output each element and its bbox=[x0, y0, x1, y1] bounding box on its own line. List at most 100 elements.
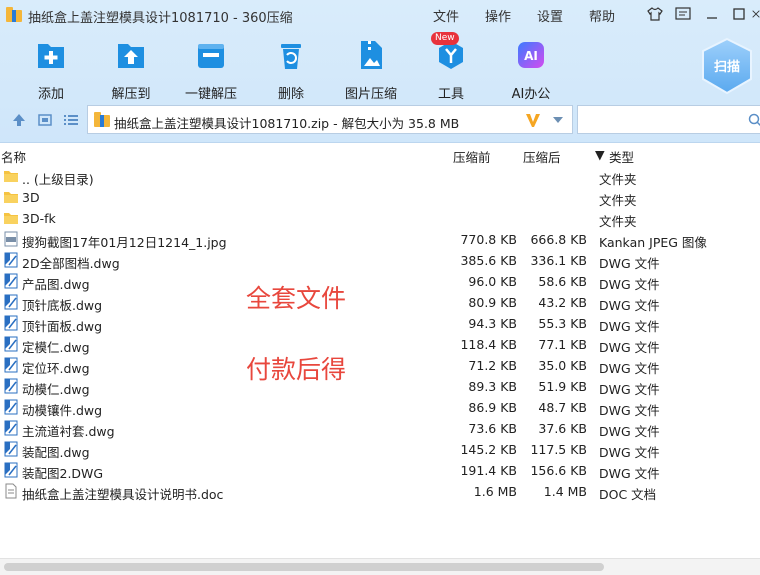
maximize-button[interactable] bbox=[728, 4, 750, 24]
file-size-before: 89.3 KB bbox=[468, 379, 517, 394]
doc-file-icon bbox=[3, 483, 19, 499]
file-row[interactable]: .. (上级目录) 文件夹 bbox=[0, 166, 760, 187]
file-type: DWG 文件 bbox=[599, 298, 660, 313]
file-size-after: 336.1 KB bbox=[530, 253, 587, 268]
file-type: DWG 文件 bbox=[599, 361, 660, 376]
file-size-before: 96.0 KB bbox=[468, 274, 517, 289]
menu-help[interactable]: 帮助 bbox=[589, 6, 615, 25]
dwg-file-icon bbox=[3, 294, 19, 310]
file-row[interactable]: 3D-fk 文件夹 bbox=[0, 208, 760, 229]
feedback-button[interactable] bbox=[672, 4, 694, 24]
file-type: DWG 文件 bbox=[599, 319, 660, 334]
file-row[interactable]: 抽纸盒上盖注塑模具设计说明书.doc 1.6 MB 1.4 MB DOC 文档 bbox=[0, 481, 760, 502]
close-button[interactable] bbox=[752, 4, 760, 24]
file-row[interactable]: 定位环.dwg 71.2 KB 35.0 KB DWG 文件 bbox=[0, 355, 760, 376]
column-type[interactable]: 类型 bbox=[609, 147, 634, 166]
file-size-before: 385.6 KB bbox=[460, 253, 517, 268]
horizontal-scrollbar[interactable] bbox=[0, 558, 760, 575]
maximize-icon bbox=[733, 8, 745, 20]
toolbar-label: AI办公 bbox=[511, 87, 551, 102]
file-size-before: 86.9 KB bbox=[468, 400, 517, 415]
file-size-after: 51.9 KB bbox=[538, 379, 587, 394]
overlay-text-after-payment: 付款后得 bbox=[246, 355, 347, 384]
file-type: 文件夹 bbox=[599, 214, 637, 229]
file-row[interactable]: 顶针面板.dwg 94.3 KB 55.3 KB DWG 文件 bbox=[0, 313, 760, 334]
file-row[interactable]: 主流道衬套.dwg 73.6 KB 37.6 KB DWG 文件 bbox=[0, 418, 760, 439]
file-size-after: 37.6 KB bbox=[538, 421, 587, 436]
search-icon[interactable] bbox=[748, 113, 760, 127]
thumbnail-view-icon[interactable] bbox=[37, 112, 53, 128]
search-box[interactable] bbox=[577, 105, 760, 134]
file-type: DWG 文件 bbox=[599, 277, 660, 292]
file-row[interactable]: 动模仁.dwg 89.3 KB 51.9 KB DWG 文件 bbox=[0, 376, 760, 397]
folder-icon bbox=[3, 168, 19, 184]
file-type: DWG 文件 bbox=[599, 403, 660, 418]
file-size-before: 191.4 KB bbox=[460, 463, 517, 478]
file-size-before: 1.6 MB bbox=[473, 484, 517, 499]
file-type: DWG 文件 bbox=[599, 382, 660, 397]
column-name[interactable]: 名称 bbox=[1, 147, 26, 166]
folder-icon bbox=[3, 210, 19, 226]
scrollbar-thumb[interactable] bbox=[4, 563, 604, 571]
file-size-after: 666.8 KB bbox=[530, 232, 587, 247]
file-row[interactable]: 3D 文件夹 bbox=[0, 187, 760, 208]
file-size-before: 118.4 KB bbox=[460, 337, 517, 352]
menu-file[interactable]: 文件 bbox=[433, 6, 459, 25]
minimize-button[interactable] bbox=[701, 4, 723, 24]
file-name: 定位环.dwg bbox=[22, 361, 90, 376]
add-button[interactable]: 添加 bbox=[11, 38, 91, 102]
file-row[interactable]: 搜狗截图17年01月12日1214_1.jpg 770.8 KB 666.8 KB K… bbox=[0, 229, 760, 250]
toolbar-label: 删除 bbox=[277, 87, 304, 102]
archive-icon bbox=[94, 112, 110, 127]
ai-office-button[interactable]: AI AI办公 bbox=[491, 38, 571, 102]
minimize-icon bbox=[707, 17, 717, 19]
search-input[interactable] bbox=[580, 109, 740, 130]
file-row[interactable]: 动模镶件.dwg 86.9 KB 48.7 KB DWG 文件 bbox=[0, 397, 760, 418]
menu-settings[interactable]: 设置 bbox=[537, 6, 563, 25]
one-click-extract-button[interactable]: 一键解压 bbox=[171, 38, 251, 102]
file-name: 定模仁.dwg bbox=[22, 340, 90, 355]
scan-button[interactable]: 扫描 bbox=[700, 37, 754, 95]
toolbar-label: 解压到 bbox=[111, 87, 151, 102]
file-row[interactable]: 定模仁.dwg 118.4 KB 77.1 KB DWG 文件 bbox=[0, 334, 760, 355]
address-bar[interactable]: 抽纸盒上盖注塑模具设计1081710.zip - 解包大小为 35.8 MB bbox=[87, 105, 573, 134]
one-click-extract-icon bbox=[198, 44, 224, 68]
menu-operate[interactable]: 操作 bbox=[485, 6, 511, 25]
v-logo-icon[interactable] bbox=[525, 112, 541, 128]
file-size-before: 73.6 KB bbox=[468, 421, 517, 436]
dwg-file-icon bbox=[3, 273, 19, 289]
file-size-before: 71.2 KB bbox=[468, 358, 517, 373]
column-before[interactable]: 压缩前 bbox=[453, 147, 491, 166]
tools-button[interactable]: New 工具 bbox=[411, 32, 491, 102]
file-row[interactable]: 装配图.dwg 145.2 KB 117.5 KB DWG 文件 bbox=[0, 439, 760, 460]
svg-text:AI: AI bbox=[524, 49, 538, 63]
list-view-icon[interactable] bbox=[63, 112, 79, 128]
column-after[interactable]: 压缩后 bbox=[523, 147, 561, 166]
scan-label: 扫描 bbox=[713, 60, 740, 75]
file-row[interactable]: 顶针底板.dwg 80.9 KB 43.2 KB DWG 文件 bbox=[0, 292, 760, 313]
jpg-file-icon bbox=[3, 231, 19, 247]
title-bar: 抽纸盒上盖注塑模具设计1081710 - 360压缩 文件 操作 设置 帮助 bbox=[0, 0, 760, 30]
file-row[interactable]: 2D全部图档.dwg 385.6 KB 336.1 KB DWG 文件 bbox=[0, 250, 760, 271]
dropdown-arrow-icon[interactable] bbox=[552, 116, 564, 124]
ai-office-icon: AI bbox=[518, 42, 544, 68]
dwg-file-icon bbox=[3, 462, 19, 478]
overlay-text-full-set: 全套文件 bbox=[246, 284, 347, 313]
up-arrow-icon[interactable] bbox=[11, 112, 27, 128]
skin-button[interactable] bbox=[644, 4, 666, 24]
file-name: 装配图2.DWG bbox=[22, 466, 104, 481]
file-name: 主流道衬套.dwg bbox=[22, 424, 115, 439]
delete-button[interactable]: 删除 bbox=[251, 38, 331, 102]
file-name: .. (上级目录) bbox=[22, 172, 94, 187]
file-row[interactable]: 产品图.dwg 96.0 KB 58.6 KB DWG 文件 bbox=[0, 271, 760, 292]
file-size-after: 117.5 KB bbox=[530, 442, 587, 457]
shirt-icon bbox=[647, 7, 663, 21]
file-size-before: 80.9 KB bbox=[468, 295, 517, 310]
file-name: 3D bbox=[22, 190, 40, 205]
file-row[interactable]: 装配图2.DWG 191.4 KB 156.6 KB DWG 文件 bbox=[0, 460, 760, 481]
extract-to-button[interactable]: 解压到 bbox=[91, 38, 171, 102]
file-type: DWG 文件 bbox=[599, 340, 660, 355]
image-compress-button[interactable]: 图片压缩 bbox=[331, 38, 411, 102]
dwg-file-icon bbox=[3, 252, 19, 268]
toolbar-label: 图片压缩 bbox=[344, 87, 397, 102]
